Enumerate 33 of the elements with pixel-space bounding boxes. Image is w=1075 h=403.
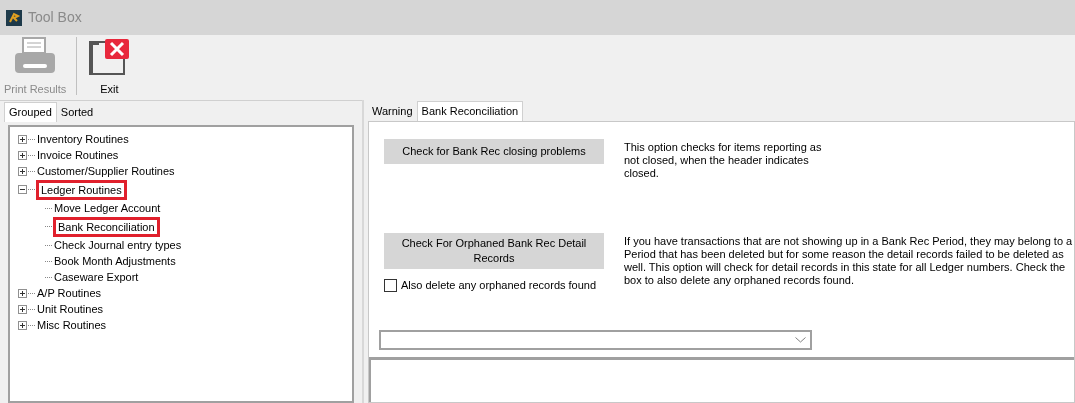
tree-item[interactable]: Misc Routines [36,318,108,332]
tree-item[interactable]: Check Journal entry types [53,238,183,252]
checkbox[interactable] [384,278,397,292]
expand-icon[interactable] [18,304,27,314]
tab[interactable]: Grouped [4,102,57,122]
tree-item[interactable]: Unit Routines [36,302,105,316]
option-description: This option checks for items reporting as not closed, when the header indicates closed. [624,140,823,180]
expand-icon[interactable] [18,288,27,298]
check-button[interactable]: Check For Orphaned Bank Rec Detail Records [384,233,604,269]
chevron-down-icon [795,336,806,343]
tree-item[interactable]: Ledger Routines [36,179,127,200]
tree-item[interactable]: Invoice Routines [36,148,120,162]
dropdown[interactable] [379,329,812,350]
expand-icon[interactable] [18,134,27,144]
check-button[interactable]: Check for Bank Rec closing problems [384,139,604,164]
app-icon [6,9,22,26]
checkbox-label: Also delete any orphaned records found [401,278,597,293]
expand-icon[interactable] [18,320,27,330]
tree-item[interactable]: Customer/Supplier Routines [36,164,176,178]
tree-item[interactable]: Move Ledger Account [53,201,162,215]
option-description: If you have transactions that are not showing up in a Bank Rec Period, they may belong to a Period that has been deleted but for some reason the detail records failed to be deleted as well. This option will check for detail records in this state for all Ledger numbers. Check the box to also delete any orphaned records found. [624,234,1074,288]
exit-button[interactable]: Exit [87,36,132,97]
tree-item[interactable]: Inventory Routines [36,132,130,146]
collapse-icon[interactable] [18,185,27,194]
tree-item[interactable]: Caseware Export [53,270,140,284]
expand-icon[interactable] [18,150,27,160]
tree-item[interactable]: Book Month Adjustments [53,254,177,268]
close-window-icon [87,36,132,77]
tree-item[interactable]: Bank Reconciliation [53,216,160,237]
expand-icon[interactable] [18,166,27,176]
tab[interactable]: Bank Reconciliation [416,101,524,121]
tree-item[interactable]: A/P Routines [36,286,102,300]
window-title: Tool Box [28,8,82,27]
